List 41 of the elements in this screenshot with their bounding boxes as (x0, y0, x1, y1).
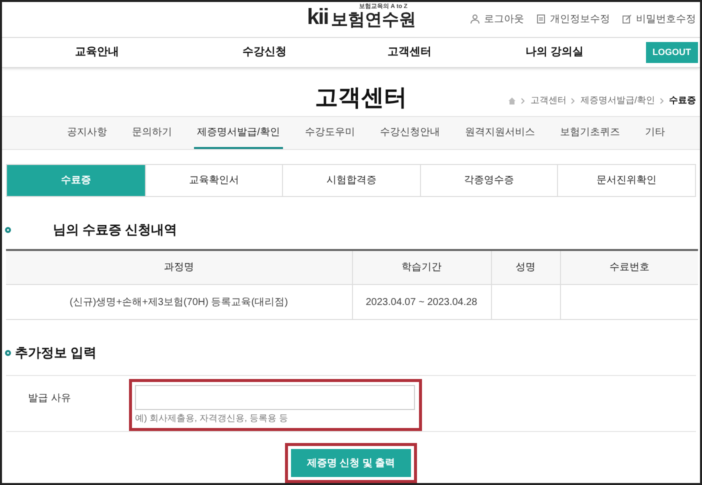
sub-nav-item[interactable]: 문의하기 (129, 116, 176, 150)
bullet-icon (5, 350, 11, 356)
edit-icon (622, 14, 632, 24)
logo-mark[interactable]: kii (307, 6, 328, 28)
sub-nav-item[interactable]: 원격지원서비스 (462, 116, 538, 150)
nav-link[interactable]: 교육안내 (75, 44, 119, 61)
chevron-icon (571, 98, 576, 104)
hint-text: 예) 회사제출용, 자격갱신용, 등록용 등 (135, 412, 289, 425)
nav-link[interactable]: 수강신청 (242, 44, 286, 61)
home-icon[interactable] (508, 97, 516, 106)
nav-link[interactable]: 나의 강의실 (525, 44, 584, 61)
breadcrumb-item[interactable]: 제증명서발급/확인 (580, 94, 655, 108)
sub-nav-item[interactable]: 공지사항 (64, 116, 110, 150)
utility-link[interactable]: 로그아웃 (484, 12, 524, 27)
document-icon (536, 14, 546, 24)
breadcrumb-item[interactable]: 수료증 (669, 94, 696, 108)
sub-nav-item[interactable]: 보험기초퀴즈 (556, 116, 623, 150)
table-cell: 2023.04.07 ~ 2023.04.28 (352, 284, 491, 320)
page-title: 고객센터 (315, 83, 407, 112)
column-header: 성명 (491, 250, 560, 285)
utility-link[interactable]: 개인정보수정 (550, 12, 610, 27)
column-header: 수료번호 (560, 250, 698, 285)
sub-nav-item[interactable]: 기타 (642, 116, 668, 150)
breadcrumb-item[interactable]: 고객센터 (530, 94, 566, 108)
chevron-icon (660, 98, 664, 104)
chevron-icon (521, 98, 526, 104)
logo-name[interactable]: 보험연수원 (331, 11, 416, 28)
person-icon (470, 14, 480, 24)
nav-link[interactable]: 고객센터 (388, 44, 432, 61)
sub-nav-item[interactable]: 수강도우미 (302, 116, 358, 150)
column-header: 과정명 (6, 250, 352, 285)
column-header: 학습기간 (352, 250, 491, 285)
sub-nav-item[interactable]: 수강신청안내 (376, 116, 443, 150)
section-title: 추가정보 입력 (15, 344, 97, 362)
section-title: 님의 수료증 신청내역 (53, 221, 178, 240)
bullet-icon (5, 226, 11, 233)
field-label: 발급 사유 (27, 392, 72, 406)
table-cell: (신규)생명+손해+제3보험(70H) 등록교육(대리점) (6, 284, 352, 320)
utility-link[interactable]: 비밀번호수정 (636, 12, 696, 27)
sub-nav-item[interactable]: 제증명서발급/확인 (194, 116, 283, 150)
issue-reason-field[interactable] (135, 385, 415, 410)
